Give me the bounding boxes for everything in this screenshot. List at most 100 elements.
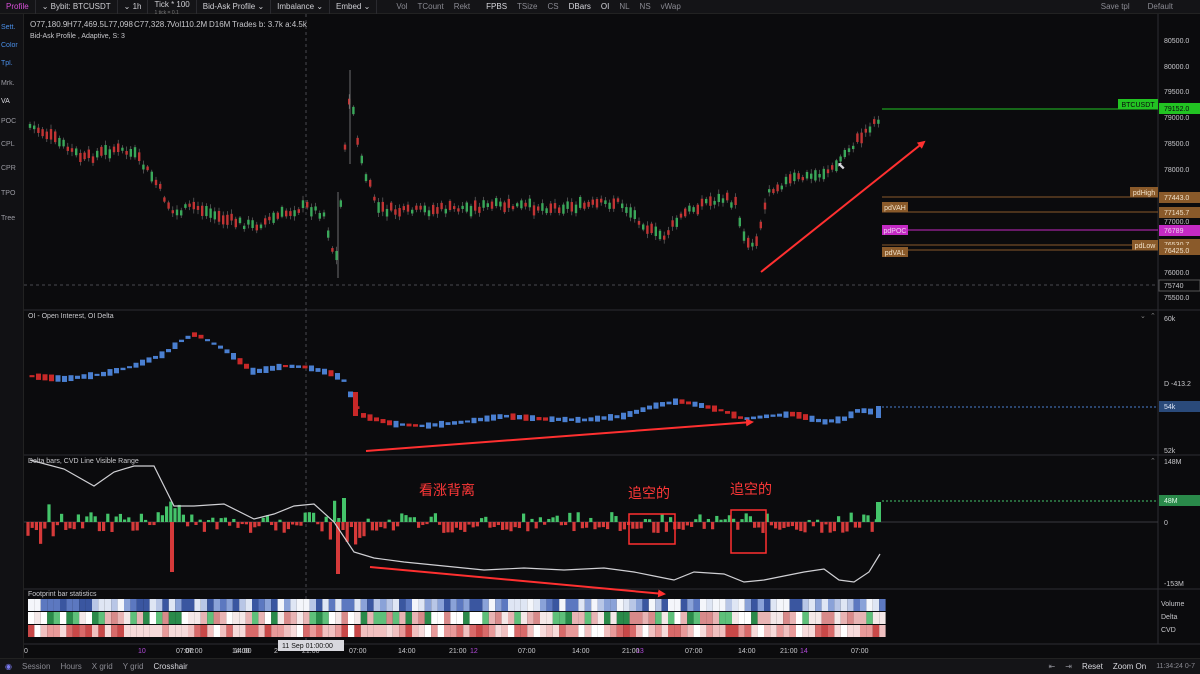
footprint-cell bbox=[623, 599, 630, 611]
timeframe-selector[interactable]: ⌄ 1h bbox=[118, 0, 149, 14]
toolbar-item-fpbs[interactable]: FPBS bbox=[481, 0, 512, 14]
xgrid-toggle[interactable]: X grid bbox=[87, 662, 118, 671]
delta-bar bbox=[387, 519, 391, 522]
footprint-cell bbox=[437, 612, 444, 624]
toolbar-item-ns[interactable]: NS bbox=[635, 0, 656, 14]
footprint-cell bbox=[680, 612, 688, 624]
delta-maximize-icon[interactable]: ⌃ bbox=[1150, 458, 1156, 465]
left-item-va[interactable]: VA bbox=[0, 98, 24, 105]
delta-bar bbox=[93, 516, 97, 522]
session-toggle[interactable]: Session bbox=[17, 662, 55, 671]
oi-candle bbox=[504, 414, 509, 418]
toolbar-item-vol[interactable]: Vol bbox=[391, 0, 412, 14]
candle-body bbox=[293, 210, 296, 217]
footprint-cell bbox=[380, 612, 387, 624]
candle-body bbox=[62, 139, 65, 147]
oi-candle bbox=[718, 409, 724, 412]
delta-bar bbox=[543, 522, 547, 525]
save-template-button[interactable]: Save tpl bbox=[1096, 0, 1135, 14]
oi-collapse-icon[interactable]: ⌄ bbox=[1140, 313, 1146, 320]
toolbar-item-dbars[interactable]: DBars bbox=[564, 0, 596, 14]
toolbar-item-tcount[interactable]: TCount bbox=[412, 0, 448, 14]
footprint-cell bbox=[764, 612, 771, 624]
footprint-cell bbox=[687, 612, 694, 624]
symbol-selector[interactable]: ⌄ Bybit: BTCUSDT bbox=[36, 0, 118, 14]
embed-selector[interactable]: Embed ⌄ bbox=[330, 0, 378, 14]
footprint-cell bbox=[719, 612, 726, 624]
tick-selector[interactable]: Tick * 100 1 tick = 0.1 bbox=[148, 0, 197, 16]
delta-bar bbox=[492, 522, 496, 527]
candle-body bbox=[209, 208, 212, 218]
left-item-cpr[interactable]: CPR bbox=[0, 165, 24, 172]
delta-bar bbox=[522, 513, 526, 522]
toolbar-item-cs[interactable]: CS bbox=[543, 0, 564, 14]
hours-toggle[interactable]: Hours bbox=[55, 662, 86, 671]
profile-menu[interactable]: Profile bbox=[0, 0, 36, 14]
crosshair-toggle[interactable]: Crosshair bbox=[148, 662, 192, 671]
imbalance-selector[interactable]: Imbalance ⌄ bbox=[271, 0, 331, 14]
candle-body bbox=[780, 185, 783, 190]
left-item-tree[interactable]: Tree bbox=[0, 215, 24, 222]
default-template-button[interactable]: Default bbox=[1143, 0, 1178, 14]
toolbar-item-oi[interactable]: OI bbox=[596, 0, 614, 14]
reset-button[interactable]: Reset bbox=[1077, 662, 1108, 671]
footprint-cell bbox=[540, 625, 547, 637]
left-item-template[interactable]: Tpl. bbox=[0, 60, 24, 67]
discord-icon[interactable]: ◉ bbox=[0, 662, 17, 671]
footprint-cell bbox=[495, 612, 502, 624]
footprint-cell bbox=[668, 612, 675, 624]
toolbar-item-vwap[interactable]: vWap bbox=[656, 0, 686, 14]
footprint-cell bbox=[360, 599, 368, 611]
ygrid-toggle[interactable]: Y grid bbox=[118, 662, 149, 671]
left-item-tpo[interactable]: TPO bbox=[0, 190, 24, 197]
delta-bar bbox=[274, 522, 278, 531]
oi-candle bbox=[42, 374, 48, 381]
tag-pdvah-label: pdVAH bbox=[884, 205, 906, 212]
footprint-cell bbox=[719, 625, 726, 637]
chart-area[interactable]: O77,180.9 H77,469.5 L77,098 C77,328.7 Vo… bbox=[24, 14, 1200, 658]
candle-body bbox=[406, 204, 410, 212]
footprint-cell bbox=[194, 599, 201, 611]
left-item-settings[interactable]: Sett. bbox=[0, 24, 24, 31]
left-item-color[interactable]: Color bbox=[0, 42, 24, 49]
candle-body bbox=[369, 179, 372, 187]
zoom-button[interactable]: Zoom On bbox=[1108, 662, 1151, 671]
footprint-cell bbox=[181, 612, 188, 624]
candle-body bbox=[646, 225, 649, 234]
delta-bar bbox=[593, 522, 597, 530]
left-item-markers[interactable]: Mrk. bbox=[0, 80, 24, 87]
left-item-cpl[interactable]: CPL bbox=[0, 141, 24, 148]
expand-icon[interactable]: ⇥ bbox=[1060, 662, 1077, 671]
oi-candle bbox=[679, 399, 685, 404]
delta-bar bbox=[824, 522, 828, 525]
footprint-cell bbox=[437, 625, 444, 637]
footprint-cell bbox=[520, 612, 528, 624]
footprint-cell bbox=[789, 612, 796, 624]
footprint-cell bbox=[232, 625, 240, 637]
footprint-cell bbox=[277, 625, 284, 637]
oi-candle bbox=[185, 335, 191, 339]
footprint-cell bbox=[136, 599, 144, 611]
footprint-cell bbox=[386, 625, 393, 637]
toolbar-item-nl[interactable]: NL bbox=[614, 0, 634, 14]
chart-type-selector[interactable]: Bid-Ask Profile ⌄ bbox=[197, 0, 272, 14]
footprint-cell bbox=[847, 625, 854, 637]
delta-bar bbox=[123, 519, 127, 522]
footprint-cell bbox=[328, 612, 336, 624]
footprint-cell bbox=[85, 625, 92, 637]
toolbar-item-tsize[interactable]: TSize bbox=[512, 0, 542, 14]
collapse-icon[interactable]: ⇤ bbox=[1044, 662, 1061, 671]
footprint-cell bbox=[284, 625, 291, 637]
toolbar-item-rekt[interactable]: Rekt bbox=[449, 0, 475, 14]
candle-body bbox=[511, 206, 515, 210]
oi-candle bbox=[738, 416, 743, 419]
footprint-cell bbox=[188, 599, 195, 611]
candle-body bbox=[566, 201, 569, 209]
candle-body bbox=[688, 205, 691, 212]
delta-bar bbox=[354, 522, 358, 545]
candle-body bbox=[742, 231, 746, 241]
delta-bar bbox=[509, 522, 513, 532]
left-item-poc[interactable]: POC bbox=[0, 118, 24, 125]
footprint-cell bbox=[847, 599, 854, 611]
oi-maximize-icon[interactable]: ⌃ bbox=[1150, 313, 1156, 320]
